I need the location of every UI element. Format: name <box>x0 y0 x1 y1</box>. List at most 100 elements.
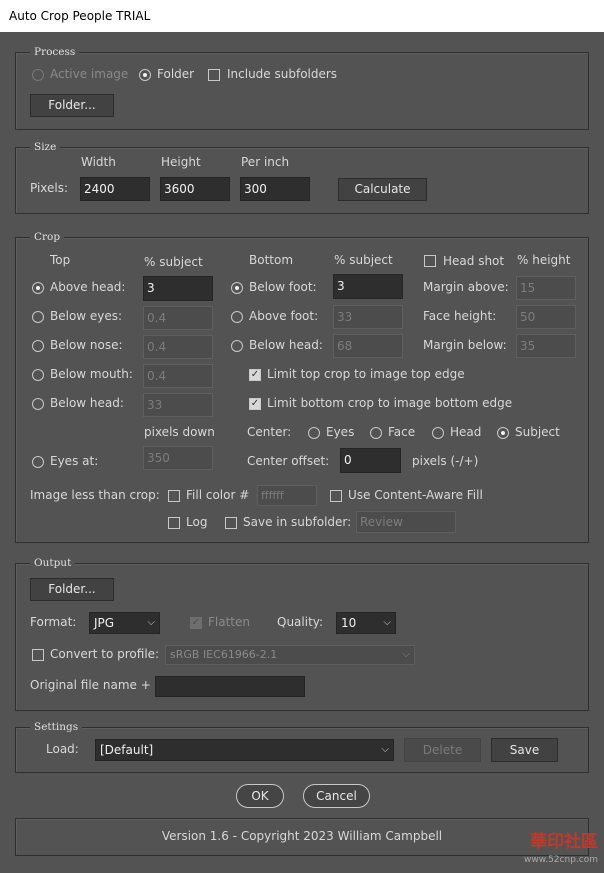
below-eyes-input[interactable]: 0.4 <box>143 306 213 330</box>
center-face-radio[interactable] <box>370 427 382 439</box>
height-input[interactable]: 3600 <box>160 177 230 201</box>
window-title: Auto Crop People TRIAL <box>0 0 604 32</box>
fill-color-input[interactable]: ffffff <box>257 485 317 506</box>
convert-profile-checkbox[interactable] <box>32 649 44 661</box>
original-name-input[interactable] <box>155 676 305 697</box>
format-label: Format: <box>30 615 77 629</box>
subfolder-input[interactable]: Review <box>356 511 456 533</box>
convert-profile-label: Convert to profile: <box>50 647 160 661</box>
flatten-checkbox[interactable]: ✓ <box>190 617 202 629</box>
eyes-at-input[interactable]: 350 <box>143 446 213 470</box>
fill-color-checkbox[interactable] <box>168 490 180 502</box>
above-foot-label: Above foot: <box>249 309 319 323</box>
face-height-label: Face height: <box>423 309 497 323</box>
face-height-input[interactable]: 50 <box>516 305 576 329</box>
ok-button[interactable]: OK <box>236 784 284 808</box>
above-head-label: Above head: <box>50 280 126 294</box>
above-foot-input[interactable]: 33 <box>333 305 403 329</box>
center-subject-radio[interactable] <box>497 427 509 439</box>
above-foot-radio[interactable] <box>231 311 243 323</box>
size-legend: Size <box>30 141 61 153</box>
limit-bottom-label: Limit bottom crop to image bottom edge <box>267 396 513 410</box>
quality-value: 10 <box>341 616 357 630</box>
margin-below-input[interactable]: 35 <box>516 334 576 358</box>
version-text: Version 1.6 - Copyright 2023 William Cam… <box>161 829 443 843</box>
process-panel <box>15 52 589 130</box>
include-subfolders-label: Include subfolders <box>227 67 338 81</box>
chevron-down-icon: ⌵ <box>402 649 410 660</box>
center-eyes-label: Eyes <box>326 425 355 439</box>
center-offset-label: Center offset: <box>247 454 330 468</box>
below-foot-input[interactable]: 3 <box>333 274 403 299</box>
margin-above-label: Margin above: <box>423 280 509 294</box>
per-inch-header: Per inch <box>241 155 290 169</box>
log-label: Log <box>186 515 208 529</box>
folder-radio[interactable] <box>139 69 151 81</box>
bottom-pct-subject-header: % subject <box>334 253 393 267</box>
below-mouth-input[interactable]: 0.4 <box>143 364 213 388</box>
active-image-radio[interactable] <box>32 69 44 81</box>
top-below-head-radio[interactable] <box>32 398 44 410</box>
pixels-label: Pixels: <box>30 181 69 195</box>
pixels-pm-label: pixels (-/+) <box>412 454 479 468</box>
bottom-below-head-input[interactable]: 68 <box>333 334 403 358</box>
limit-bottom-checkbox[interactable]: ✓ <box>249 398 261 410</box>
load-select[interactable]: [Default] ⌵ <box>95 739 394 761</box>
pct-height-header: % height <box>517 253 571 267</box>
content-aware-checkbox[interactable] <box>330 490 342 502</box>
fill-color-label: Fill color # <box>186 488 250 502</box>
load-label: Load: <box>46 742 79 756</box>
above-head-radio[interactable] <box>32 282 44 294</box>
center-eyes-radio[interactable] <box>308 427 320 439</box>
head-shot-checkbox[interactable] <box>424 255 436 267</box>
above-head-input[interactable]: 3 <box>143 276 213 301</box>
below-nose-label: Below nose: <box>50 338 123 352</box>
center-face-label: Face <box>388 425 416 439</box>
process-folder-button[interactable]: Folder... <box>30 94 114 117</box>
below-foot-radio[interactable] <box>231 282 243 294</box>
center-offset-input[interactable]: 0 <box>340 448 401 473</box>
process-legend: Process <box>30 46 80 58</box>
watermark-url: www.52cnp.com <box>523 855 598 865</box>
below-foot-label: Below foot: <box>249 280 317 294</box>
below-nose-input[interactable]: 0.4 <box>143 335 213 359</box>
top-below-head-label: Below head: <box>50 396 124 410</box>
watermark-text: 華印社區 <box>530 832 598 852</box>
watermark-logo: 華印社區 www.52cnp.com <box>524 833 598 869</box>
flatten-label: Flatten <box>208 615 250 629</box>
bottom-below-head-radio[interactable] <box>231 340 243 352</box>
center-head-radio[interactable] <box>432 427 444 439</box>
cancel-button[interactable]: Cancel <box>303 784 370 808</box>
image-less-label: Image less than crop: <box>30 488 160 502</box>
margin-below-label: Margin below: <box>423 338 507 352</box>
top-below-head-input[interactable]: 33 <box>143 393 213 417</box>
save-subfolder-checkbox[interactable] <box>225 517 237 529</box>
output-folder-button[interactable]: Folder... <box>30 578 114 601</box>
include-subfolders-checkbox[interactable] <box>208 69 220 81</box>
output-legend: Output <box>30 557 76 569</box>
below-eyes-radio[interactable] <box>32 311 44 323</box>
per-inch-input[interactable]: 300 <box>240 177 310 201</box>
center-subject-label: Subject <box>515 425 560 439</box>
profile-select[interactable]: sRGB IEC61966-2.1 ⌵ <box>165 645 415 665</box>
top-pct-subject-header: % subject <box>144 255 203 269</box>
top-header: Top <box>50 253 71 267</box>
eyes-at-label: Eyes at: <box>50 454 99 468</box>
load-value: [Default] <box>100 743 154 757</box>
bottom-header: Bottom <box>249 253 294 267</box>
width-input[interactable]: 2400 <box>80 177 150 201</box>
limit-top-checkbox[interactable]: ✓ <box>249 369 261 381</box>
margin-above-input[interactable]: 15 <box>516 276 576 300</box>
bottom-below-head-label: Below head: <box>249 338 323 352</box>
delete-button[interactable]: Delete <box>404 738 481 762</box>
center-label: Center: <box>247 425 292 439</box>
log-checkbox[interactable] <box>168 517 180 529</box>
eyes-at-radio[interactable] <box>32 456 44 468</box>
below-nose-radio[interactable] <box>32 340 44 352</box>
quality-select[interactable]: 10 ⌵ <box>336 612 396 634</box>
calculate-button[interactable]: Calculate <box>338 178 427 201</box>
below-mouth-radio[interactable] <box>32 369 44 381</box>
save-button[interactable]: Save <box>491 738 558 762</box>
format-select[interactable]: JPG ⌵ <box>89 612 160 634</box>
limit-top-label: Limit top crop to image top edge <box>267 367 465 381</box>
